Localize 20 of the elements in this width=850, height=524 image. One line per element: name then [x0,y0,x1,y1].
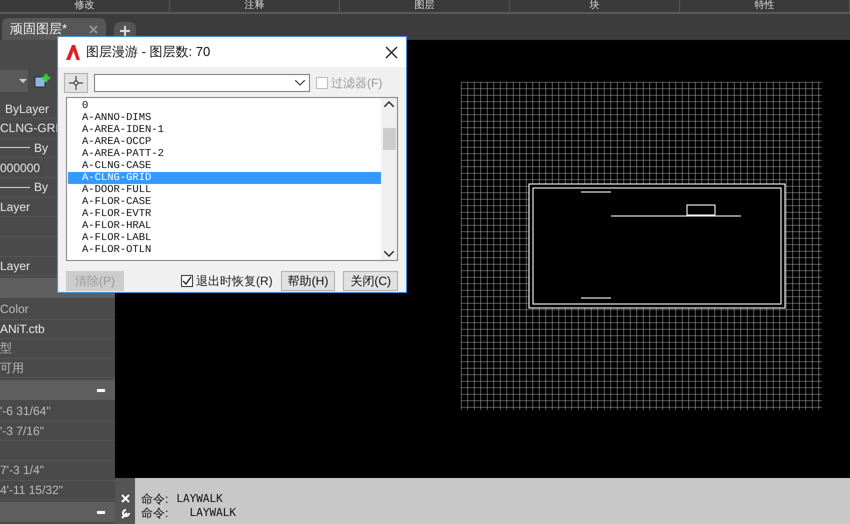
command-text: LAYWALK [188,506,236,520]
property-value: ANiT.ctb [0,322,45,336]
property-value: Layer [0,200,30,214]
property-value: '-3 7/16" [0,424,44,438]
property-value: 4'-11 15/32" [0,483,64,498]
property-value: By [34,180,48,194]
property-value: CLNG-GRI [0,121,59,136]
command-prompt: 命令: [141,492,168,506]
property-value: '-6 31/64" [0,404,51,418]
command-prompt: 命令: [141,506,168,520]
property-value: By [34,140,48,155]
property-value: Layer [0,258,30,273]
property-value: 可用 [0,360,24,377]
property-value: 型 [0,340,12,357]
property-value: ByLayer [5,102,50,116]
dialog-title: 图层漫游 - 图层数: 70 [86,43,212,61]
property-value: 7'-3 1/4" [0,463,44,478]
property-value: Color [0,302,29,316]
command-text: LAYWALK [176,492,223,506]
property-value: 000000 [0,160,40,175]
